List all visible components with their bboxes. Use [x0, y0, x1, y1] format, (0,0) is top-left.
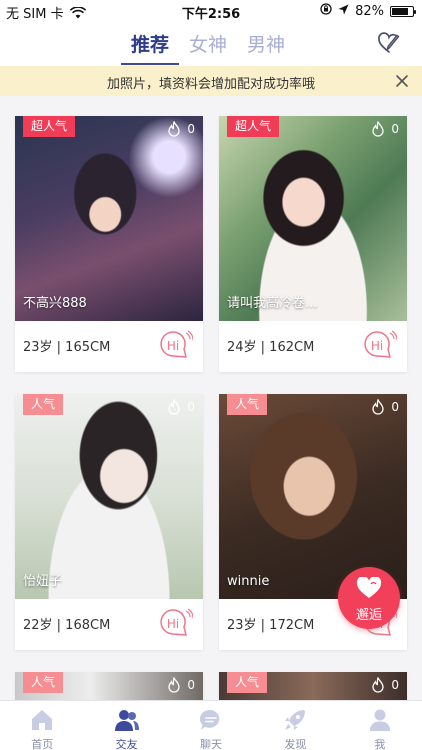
age-height: 24岁 | 162CM [227, 340, 315, 355]
heart-icon [356, 577, 382, 598]
profile-card[interactable]: 人气 0 [219, 672, 407, 700]
nickname: 请叫我高冷卷... [227, 296, 318, 311]
hi-label: Hi [167, 339, 179, 353]
hot-count: 0 [391, 122, 399, 136]
popularity-badge: 超人气 [227, 116, 280, 137]
popularity-badge: 人气 [23, 672, 64, 693]
hi-label: Hi [167, 617, 179, 631]
category-tabs: 推荐 女神 男神 [120, 30, 285, 65]
home-icon [32, 710, 53, 730]
nav-friends-label: 交友 [115, 738, 138, 750]
tab-goddess[interactable]: 女神 [189, 30, 227, 60]
nickname: winnie [227, 574, 270, 589]
status-bar: 无 SIM 卡 下午2:56 82% [0, 0, 422, 22]
hot-count: 0 [391, 678, 399, 692]
flame-icon [372, 121, 385, 137]
hi-button[interactable]: Hi [157, 607, 194, 639]
carrier-label: 无 SIM 卡 [6, 7, 64, 22]
friends-icon [114, 710, 139, 731]
tab-god[interactable]: 男神 [247, 30, 285, 60]
nav-discover-label: 发现 [284, 738, 307, 750]
tab-recommend[interactable]: 推荐 [120, 30, 180, 65]
close-icon[interactable] [392, 71, 412, 91]
age-height: 23岁 | 165CM [23, 340, 111, 355]
hot-count: 0 [187, 122, 195, 136]
nav-discover[interactable]: 发现 [253, 701, 337, 750]
hot-count: 0 [187, 678, 195, 692]
battery-icon [390, 5, 416, 17]
age-height: 23岁 | 172CM [227, 618, 315, 633]
profile-photo[interactable]: 人气 0 怡妞子 [15, 394, 203, 599]
rocket-icon [285, 710, 306, 730]
hot-count: 0 [391, 400, 399, 414]
nickname: 怡妞子 [23, 574, 63, 589]
nav-friends[interactable]: 交友 [84, 701, 168, 750]
encounter-label: 邂逅 [355, 608, 382, 623]
wifi-icon [69, 6, 86, 19]
profile-photo[interactable]: 超人气 0 不高兴888 [15, 116, 203, 321]
profile-card[interactable]: 人气 0 怡妞子 22岁 | 168CM Hi [15, 394, 203, 650]
flame-icon [168, 677, 181, 693]
heart-pencil-icon[interactable] [376, 30, 402, 56]
hi-label: Hi [371, 339, 383, 353]
profile-card[interactable]: 超人气 0 请叫我高冷卷... 24岁 | 162CM Hi [219, 116, 407, 372]
location-icon [338, 4, 349, 19]
nav-me[interactable]: 我 [338, 701, 422, 750]
chat-icon [199, 709, 220, 730]
encounter-button[interactable]: 邂逅 [338, 567, 400, 629]
bottom-nav: 首页 交友 聊天 发现 我 [0, 700, 422, 750]
profile-icon [369, 709, 390, 731]
age-height: 22岁 | 168CM [23, 618, 111, 633]
profile-photo[interactable]: 超人气 0 请叫我高冷卷... [219, 116, 407, 321]
profile-photo[interactable]: 人气 0 [15, 672, 203, 700]
flame-icon [372, 399, 385, 415]
hot-count: 0 [187, 400, 195, 414]
nav-chat[interactable]: 聊天 [169, 701, 253, 750]
hi-button[interactable]: Hi [157, 329, 194, 361]
popularity-badge: 人气 [227, 672, 268, 693]
nav-me-label: 我 [374, 738, 386, 750]
flame-icon [168, 121, 181, 137]
tip-banner: 加照片，填资料会增加配对成功率哦 [0, 66, 422, 96]
battery-percent: 82% [355, 3, 384, 19]
orientation-lock-icon [320, 3, 332, 19]
nav-chat-label: 聊天 [200, 738, 223, 750]
flame-icon [168, 399, 181, 415]
profile-card[interactable]: 人气 0 [15, 672, 203, 700]
header: 推荐 女神 男神 [0, 22, 422, 66]
popularity-badge: 人气 [227, 394, 268, 415]
hi-button[interactable]: Hi [361, 329, 398, 361]
banner-text: 加照片，填资料会增加配对成功率哦 [106, 77, 315, 92]
popularity-badge: 人气 [23, 394, 64, 415]
profile-photo[interactable]: 人气 0 [219, 672, 407, 700]
nav-home-label: 首页 [31, 738, 54, 750]
profile-card[interactable]: 超人气 0 不高兴888 23岁 | 165CM Hi [15, 116, 203, 372]
nav-home[interactable]: 首页 [0, 701, 84, 750]
nickname: 不高兴888 [23, 296, 87, 311]
popularity-badge: 超人气 [23, 116, 76, 137]
flame-icon [372, 677, 385, 693]
